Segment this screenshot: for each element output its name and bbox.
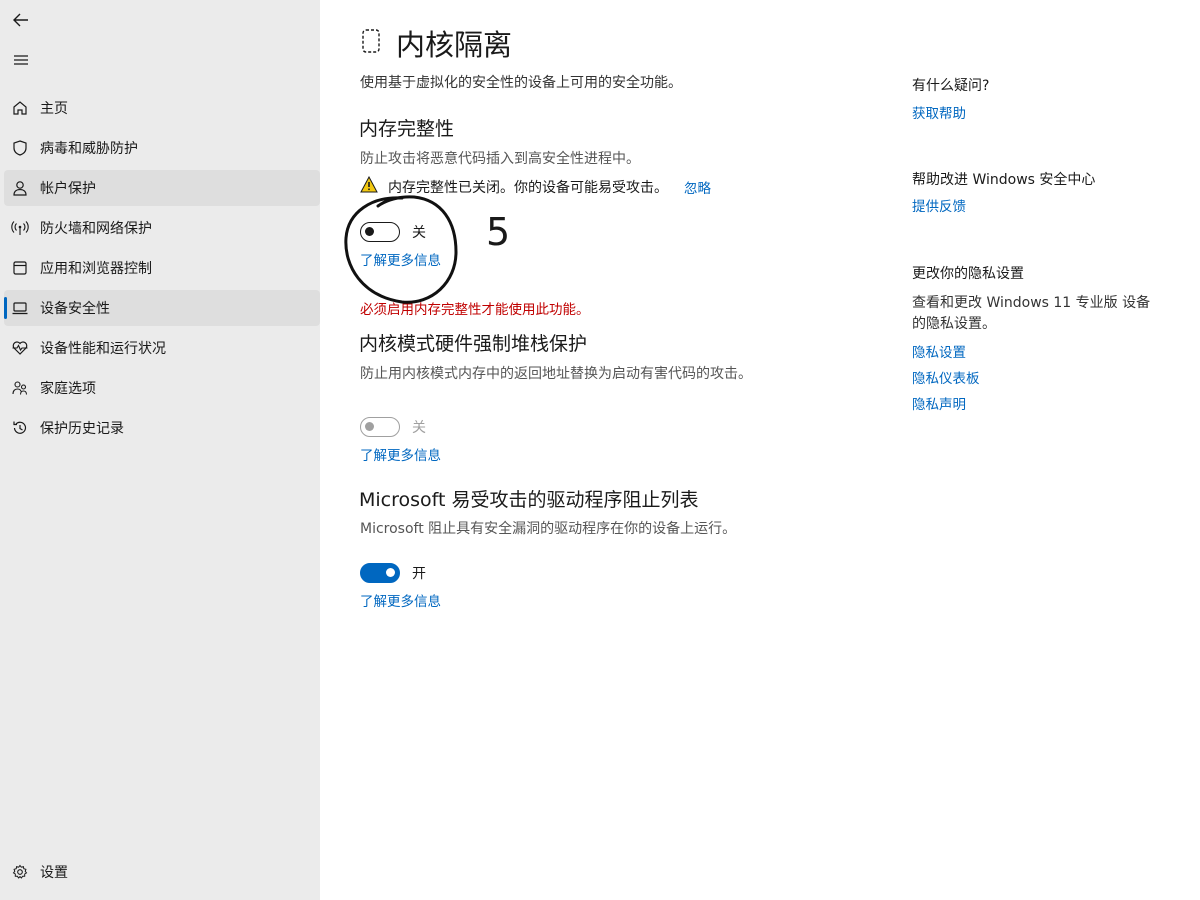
person-icon <box>10 178 30 198</box>
laptop-icon <box>10 298 30 318</box>
privacy-settings-link[interactable]: 隐私设置 <box>912 341 966 361</box>
memory-integrity-warning: 内存完整性已关闭。你的设备可能易受攻击。 忽略 <box>360 175 711 197</box>
driver-blocklist-toggle-state: 开 <box>412 566 426 582</box>
privacy-statement-link[interactable]: 隐私声明 <box>912 393 966 413</box>
memory-integrity-toggle-row: 关 <box>360 222 426 242</box>
annotation-number: 5 <box>486 210 511 254</box>
gear-icon <box>10 862 30 882</box>
home-icon <box>10 98 30 118</box>
family-icon <box>10 378 30 398</box>
questions-heading: 有什么疑问? <box>912 78 990 94</box>
back-arrow-icon <box>13 13 28 27</box>
driver-blocklist-toggle[interactable] <box>360 563 400 583</box>
app-window-icon <box>10 258 30 278</box>
give-feedback-link[interactable]: 提供反馈 <box>912 195 966 215</box>
privacy-heading: 更改你的隐私设置 <box>912 266 1024 282</box>
shield-icon <box>10 138 30 158</box>
menu-button[interactable] <box>8 47 34 73</box>
back-button[interactable] <box>8 7 34 33</box>
error-message: 必须启用内存完整性才能使用此功能。 <box>360 302 590 318</box>
sidebar-item-label: 病毒和威胁防护 <box>40 141 138 157</box>
sidebar-item-device-performance[interactable]: 设备性能和运行状况 <box>4 330 320 366</box>
selected-indicator <box>4 297 7 319</box>
kernel-stack-toggle <box>360 417 400 437</box>
warning-text: 内存完整性已关闭。你的设备可能易受攻击。 <box>388 179 668 196</box>
kernel-stack-toggle-state: 关 <box>412 420 426 436</box>
sidebar-item-firewall[interactable]: 防火墙和网络保护 <box>4 210 320 246</box>
driver-blocklist-toggle-row: 开 <box>360 563 426 583</box>
sidebar-item-label: 家庭选项 <box>40 381 96 397</box>
sidebar-item-protection-history[interactable]: 保护历史记录 <box>4 410 320 446</box>
antenna-icon <box>10 218 30 238</box>
sidebar-item-app-browser-control[interactable]: 应用和浏览器控制 <box>4 250 320 286</box>
sidebar-item-home[interactable]: 主页 <box>4 90 320 126</box>
heart-pulse-icon <box>10 338 30 358</box>
get-help-link[interactable]: 获取帮助 <box>912 102 966 122</box>
sidebar: 主页 病毒和威胁防护 帐户保护 防火墙和网络保护 应用和浏览器控制 设备安全性 <box>0 0 320 900</box>
sidebar-item-account-protection[interactable]: 帐户保护 <box>4 170 320 206</box>
kernel-stack-learn-more[interactable]: 了解更多信息 <box>360 444 441 464</box>
kernel-stack-title: 内核模式硬件强制堆栈保护 <box>359 333 588 355</box>
page-title: 内核隔离 <box>396 28 513 62</box>
sidebar-item-label: 帐户保护 <box>40 181 96 197</box>
history-icon <box>10 418 30 438</box>
sidebar-item-label: 主页 <box>40 101 68 117</box>
sidebar-item-label: 设置 <box>40 865 68 881</box>
memory-integrity-toggle[interactable] <box>360 222 400 242</box>
memory-integrity-learn-more[interactable]: 了解更多信息 <box>360 249 441 269</box>
driver-blocklist-title: Microsoft 易受攻击的驱动程序阻止列表 <box>359 489 699 511</box>
privacy-dashboard-link[interactable]: 隐私仪表板 <box>912 367 980 387</box>
kernel-stack-toggle-row: 关 <box>360 417 426 437</box>
driver-blocklist-description: Microsoft 阻止具有安全漏洞的驱动程序在你的设备上运行。 <box>360 521 737 537</box>
memory-integrity-title: 内存完整性 <box>359 118 455 140</box>
sidebar-item-device-security[interactable]: 设备安全性 <box>4 290 320 326</box>
page-header: 内核隔离 <box>360 22 512 64</box>
chip-icon <box>360 28 382 58</box>
driver-blocklist-learn-more[interactable]: 了解更多信息 <box>360 590 441 610</box>
warning-icon <box>360 175 378 197</box>
sidebar-item-label: 防火墙和网络保护 <box>40 221 152 237</box>
kernel-stack-description: 防止用内核模式内存中的返回地址替换为启动有害代码的攻击。 <box>360 366 752 382</box>
sidebar-item-label: 应用和浏览器控制 <box>40 261 152 277</box>
sidebar-item-virus-protection[interactable]: 病毒和威胁防护 <box>4 130 320 166</box>
memory-integrity-description: 防止攻击将恶意代码插入到高安全性进程中。 <box>360 151 640 167</box>
ignore-link[interactable]: 忽略 <box>684 177 711 197</box>
memory-integrity-toggle-state: 关 <box>412 225 426 241</box>
improve-heading: 帮助改进 Windows 安全中心 <box>912 172 1096 188</box>
sidebar-item-label: 设备性能和运行状况 <box>40 341 166 357</box>
sidebar-item-settings[interactable]: 设置 <box>4 854 320 890</box>
privacy-text: 查看和更改 Windows 11 专业版 设备的隐私设置。 <box>912 295 1151 332</box>
main-content: 内核隔离 使用基于虚拟化的安全性的设备上可用的安全功能。 内存完整性 防止攻击将… <box>320 0 1200 900</box>
sidebar-item-label: 设备安全性 <box>40 301 110 317</box>
sidebar-item-family-options[interactable]: 家庭选项 <box>4 370 320 406</box>
sidebar-item-label: 保护历史记录 <box>40 421 124 437</box>
page-description: 使用基于虚拟化的安全性的设备上可用的安全功能。 <box>360 75 682 91</box>
hamburger-icon <box>14 55 28 65</box>
